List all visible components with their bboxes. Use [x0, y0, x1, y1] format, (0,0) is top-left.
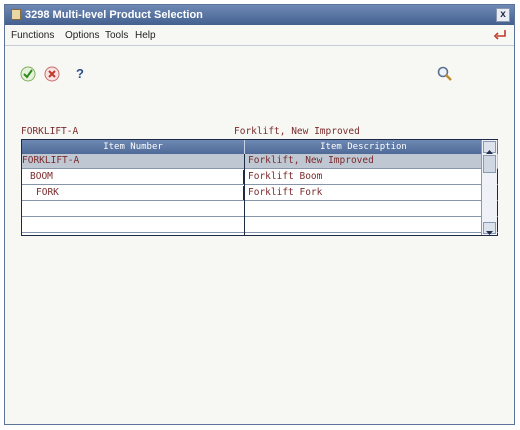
menu-options[interactable]: Options: [65, 30, 99, 41]
item-description-cell: Forklift Boom: [248, 171, 323, 182]
item-description-cell: [248, 202, 480, 216]
item-description-cell: Forklift Fork: [248, 187, 323, 198]
grid-row[interactable]: [22, 202, 498, 217]
grid-row[interactable]: [22, 218, 498, 233]
menu-separator: [5, 45, 514, 46]
menu-tools[interactable]: Tools: [105, 30, 128, 41]
column-header-item-description[interactable]: Item Description: [245, 140, 482, 154]
item-number-cell: [22, 218, 245, 232]
grid-row[interactable]: FORKLIFT-A Forklift, New Improved: [22, 154, 498, 169]
scroll-thumb[interactable]: [483, 155, 496, 173]
item-description-cell: Forklift, New Improved: [248, 155, 374, 166]
item-description-cell: [248, 218, 480, 232]
grid-row[interactable]: FORK Forklift Fork: [22, 186, 498, 201]
scroll-down-button[interactable]: [483, 222, 496, 235]
parent-item-description: Forklift, New Improved: [234, 126, 360, 137]
item-number-cell: [22, 202, 245, 216]
menu-help[interactable]: Help: [135, 30, 156, 41]
column-header-item-number[interactable]: Item Number: [22, 140, 245, 154]
return-arrow-icon[interactable]: [492, 28, 508, 42]
scroll-up-button[interactable]: [483, 141, 496, 154]
grid-scrollbar[interactable]: [481, 140, 497, 235]
title-bar[interactable]: 3298 Multi-level Product Selection x: [5, 5, 514, 25]
item-number-cell: FORKLIFT-A: [22, 154, 245, 168]
app-icon: [11, 9, 21, 20]
menu-bar: Functions Options Tools Help: [5, 26, 514, 44]
item-grid: Item Number Item Description FORKLIFT-A …: [21, 139, 498, 236]
app-window: 3298 Multi-level Product Selection x Fun…: [4, 4, 515, 425]
cancel-x-icon[interactable]: [43, 65, 61, 83]
item-number-cell: BOOM: [22, 170, 244, 184]
ok-check-icon[interactable]: [19, 65, 37, 83]
grid-header: Item Number Item Description: [22, 140, 498, 154]
parent-item-number: FORKLIFT-A: [21, 126, 79, 137]
close-button[interactable]: x: [496, 8, 510, 22]
item-number-cell: FORK: [22, 186, 244, 200]
menu-functions[interactable]: Functions: [11, 30, 54, 41]
help-icon[interactable]: ?: [71, 65, 89, 83]
column-divider: [244, 154, 245, 236]
arrow-down-icon: [486, 231, 493, 235]
grid-row[interactable]: BOOM Forklift Boom: [22, 170, 498, 185]
search-icon[interactable]: [436, 65, 454, 83]
window-title: 3298 Multi-level Product Selection: [25, 9, 203, 21]
toolbar: ?: [5, 61, 514, 91]
